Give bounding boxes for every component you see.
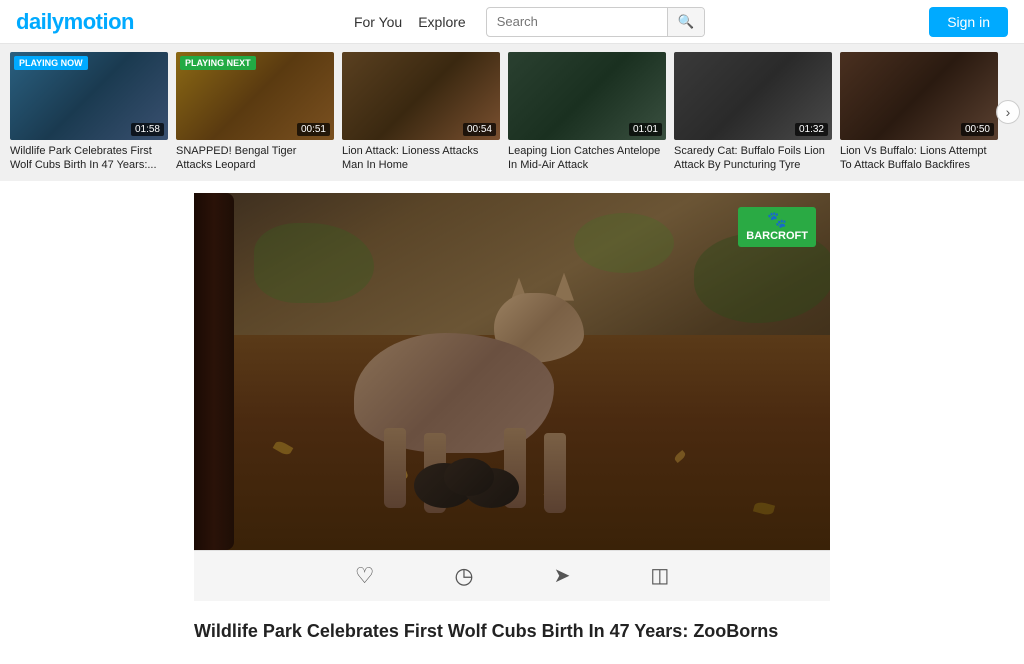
- search-bar: 🔍: [486, 7, 706, 37]
- playlist-duration-5: 01:32: [795, 123, 828, 136]
- playing-next-badge: Playing next: [180, 56, 256, 70]
- nav: For You Explore: [354, 14, 466, 30]
- playlist-item-5[interactable]: 01:32 Scaredy Cat: Buffalo Foils Lion At…: [674, 52, 832, 173]
- playlist-title-3: Lion Attack: Lioness Attacks Man In Home: [342, 144, 500, 173]
- barcroft-badge: 🐾 BARCROFT: [738, 207, 816, 247]
- wolf-pup-3: [444, 458, 494, 496]
- playlist-next-button[interactable]: ›: [996, 100, 1020, 124]
- playlist-title-1: Wildlife Park Celebrates First Wolf Cubs…: [10, 144, 168, 173]
- wolf-body: [314, 273, 594, 493]
- clock-icon: ◷: [454, 563, 473, 589]
- playlist-item-4[interactable]: 01:01 Leaping Lion Catches Antelope In M…: [508, 52, 666, 173]
- wolf-leg-front-left: [384, 428, 406, 508]
- video-player-wrap: 🐾 BARCROFT ♡ ◷ ➤ ◫: [194, 193, 830, 601]
- playlist-item-3[interactable]: 00:54 Lion Attack: Lioness Attacks Man I…: [342, 52, 500, 173]
- signin-button[interactable]: Sign in: [929, 7, 1008, 37]
- wolf-leg-back-right: [544, 433, 566, 513]
- playlist-thumb-6: 00:50: [840, 52, 998, 140]
- logo[interactable]: dailymotion: [16, 9, 134, 35]
- barcroft-paw-icon: 🐾: [767, 211, 787, 230]
- playlist-thumb-5: 01:32: [674, 52, 832, 140]
- playlist-icon: ◫: [650, 563, 669, 588]
- playlist-item-6[interactable]: 00:50 Lion Vs Buffalo: Lions Attempt To …: [840, 52, 998, 173]
- playlist-title-5: Scaredy Cat: Buffalo Foils Lion Attack B…: [674, 144, 832, 173]
- playlist-thumb-1: Playing now 01:58: [10, 52, 168, 140]
- like-button[interactable]: ♡: [355, 563, 375, 589]
- playlist-title-2: SNAPPED! Bengal Tiger Attacks Leopard: [176, 144, 334, 173]
- playlist-item-2[interactable]: Playing next 00:51 SNAPPED! Bengal Tiger…: [176, 52, 334, 173]
- video-player[interactable]: 🐾 BARCROFT: [194, 193, 830, 550]
- playlist-duration-6: 00:50: [961, 123, 994, 136]
- share-button[interactable]: ➤: [554, 563, 571, 589]
- header: dailymotion For You Explore 🔍 Sign in: [0, 0, 1024, 44]
- playlist-add-button[interactable]: ◫: [650, 563, 669, 589]
- playlist-thumb-3: 00:54: [342, 52, 500, 140]
- playlist-duration-4: 01:01: [629, 123, 662, 136]
- playing-now-badge: Playing now: [14, 56, 88, 70]
- nav-for-you[interactable]: For You: [354, 14, 402, 30]
- playlist-duration-2: 00:51: [297, 123, 330, 136]
- search-button[interactable]: 🔍: [667, 7, 705, 37]
- playlist-strip: Playing now 01:58 Wildlife Park Celebrat…: [0, 44, 1024, 181]
- search-input[interactable]: [487, 10, 667, 33]
- playlist-thumb-4: 01:01: [508, 52, 666, 140]
- video-title-section: Wildlife Park Celebrates First Wolf Cubs…: [194, 601, 830, 664]
- tree-trunk: [194, 193, 234, 550]
- search-icon: 🔍: [678, 14, 695, 30]
- video-controls: ♡ ◷ ➤ ◫: [194, 550, 830, 601]
- nav-explore[interactable]: Explore: [418, 14, 465, 30]
- main-content: 🐾 BARCROFT ♡ ◷ ➤ ◫ Wildlife Park Celebra…: [0, 181, 1024, 664]
- barcroft-label: BARCROFT: [746, 230, 808, 243]
- playlist-duration-3: 00:54: [463, 123, 496, 136]
- playlist-title-4: Leaping Lion Catches Antelope In Mid-Air…: [508, 144, 666, 173]
- heart-icon: ♡: [355, 563, 375, 589]
- video-title: Wildlife Park Celebrates First Wolf Cubs…: [194, 619, 830, 644]
- watch-later-button[interactable]: ◷: [454, 563, 473, 589]
- wolf-scene: 🐾 BARCROFT: [194, 193, 830, 550]
- playlist-title-6: Lion Vs Buffalo: Lions Attempt To Attack…: [840, 144, 998, 173]
- playlist-thumb-2: Playing next 00:51: [176, 52, 334, 140]
- playlist-duration-1: 01:58: [131, 123, 164, 136]
- playlist-item-1[interactable]: Playing now 01:58 Wildlife Park Celebrat…: [10, 52, 168, 173]
- send-icon: ➤: [554, 563, 571, 588]
